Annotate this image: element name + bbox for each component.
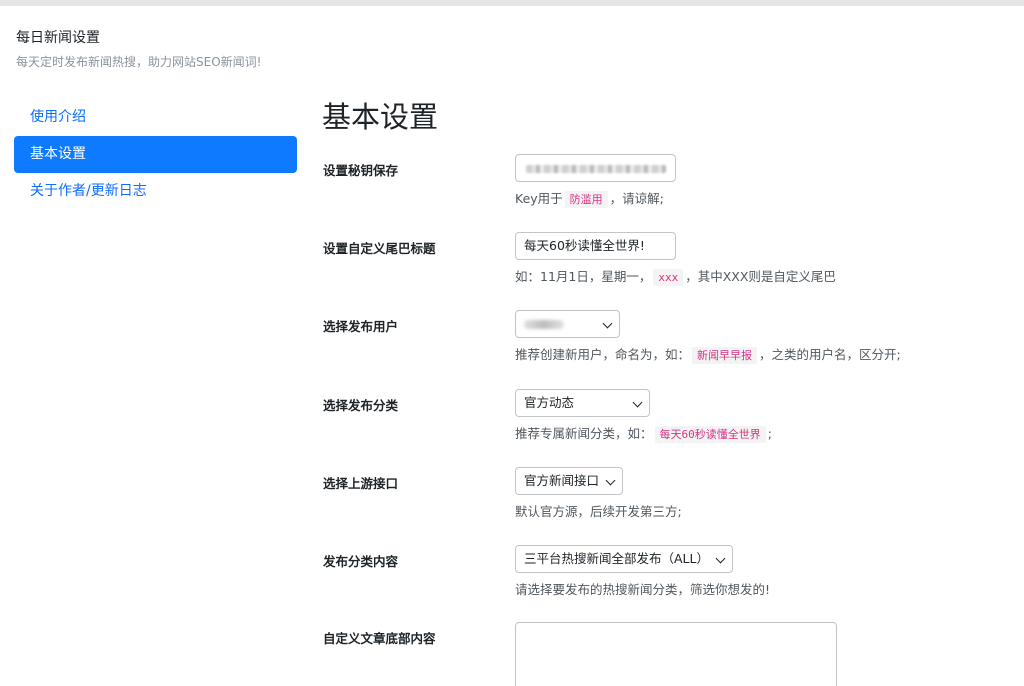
- tail-title-desc-code: xxx: [653, 269, 684, 286]
- tail-title-field-wrap: 每天60秒读懂全世界!: [515, 232, 676, 260]
- key-input[interactable]: [515, 154, 676, 182]
- tail-title-label: 设置自定义尾巴标题: [323, 241, 436, 256]
- publish-category-desc-suffix: ;: [767, 426, 772, 441]
- plugin-header: 每日新闻设置 每天定时发布新闻热搜，助力网站SEO新闻词!: [16, 28, 261, 70]
- upstream-api-selected: 官方新闻接口: [524, 473, 600, 488]
- key-redacted: [526, 165, 666, 173]
- plugin-title: 每日新闻设置: [16, 30, 100, 46]
- sidebar-item-basic-settings[interactable]: 基本设置: [14, 136, 297, 173]
- chevron-down-icon: [632, 397, 643, 408]
- publish-category-desc-code: 每天60秒读懂全世界: [654, 426, 766, 443]
- publish-user-desc: 推荐创建新用户，命名为，如： 新闻早早报 ，之类的用户名，区分开;: [515, 344, 901, 364]
- publish-content-desc: 请选择要发布的热搜新闻分类，筛选你想发的!: [515, 582, 771, 597]
- upstream-api-label: 选择上游接口: [323, 476, 399, 491]
- page-title: 基本设置: [322, 100, 439, 134]
- plugin-subtitle: 每天定时发布新闻热搜，助力网站SEO新闻词!: [16, 55, 262, 69]
- sidebar-item-intro[interactable]: 使用介绍: [14, 99, 297, 136]
- upstream-api-select[interactable]: 官方新闻接口: [515, 467, 623, 495]
- publish-user-select[interactable]: [515, 310, 620, 338]
- publish-user-field-wrap: [515, 310, 620, 338]
- settings-main: 基本设置 设置秘钥保存 Key用于 防滥用 ，请谅解; 设置自定义尾巴标题 每天60…: [322, 96, 1012, 686]
- settings-sidebar: 使用介绍 基本设置 关于作者/更新日志: [14, 99, 297, 210]
- publish-content-field-wrap: 三平台热搜新闻全部发布（ALL）: [515, 545, 733, 573]
- tail-title-desc-prefix: 如：11月1日，星期一，: [515, 269, 652, 284]
- chevron-down-icon: [602, 318, 613, 329]
- publish-content-selected: 三平台热搜新闻全部发布（ALL）: [524, 551, 709, 566]
- key-field-wrap: [515, 154, 676, 182]
- footer-content-textarea[interactable]: [515, 622, 837, 686]
- chevron-down-icon: [715, 553, 726, 564]
- upstream-api-field-wrap: 官方新闻接口: [515, 467, 623, 495]
- tail-title-desc: 如：11月1日，星期一， xxx ，其中XXX则是自定义尾巴: [515, 266, 836, 286]
- publish-content-select[interactable]: 三平台热搜新闻全部发布（ALL）: [515, 545, 733, 573]
- publish-user-desc-suffix: ，之类的用户名，区分开;: [759, 347, 901, 362]
- publish-category-desc: 推荐专属新闻分类，如： 每天60秒读懂全世界;: [515, 423, 772, 443]
- footer-content-label: 自定义文章底部内容: [323, 631, 436, 646]
- upstream-api-desc: 默认官方源，后续开发第三方;: [515, 504, 682, 519]
- top-admin-bar: [0, 0, 1024, 6]
- footer-content-field-wrap: [515, 622, 837, 686]
- publish-user-redacted: [524, 320, 564, 329]
- key-desc: Key用于 防滥用 ，请谅解;: [515, 188, 664, 208]
- publish-category-desc-prefix: 推荐专属新闻分类，如：: [515, 426, 653, 441]
- publish-user-desc-prefix: 推荐创建新用户，命名为，如：: [515, 347, 691, 362]
- publish-category-selected: 官方动态: [524, 395, 575, 410]
- publish-user-desc-code: 新闻早早报: [692, 347, 758, 364]
- key-desc-code: 防滥用: [564, 191, 608, 208]
- publish-content-label: 发布分类内容: [323, 554, 399, 569]
- key-desc-prefix: Key用于: [515, 191, 563, 206]
- chevron-down-icon: [605, 475, 616, 486]
- key-label: 设置秘钥保存: [323, 163, 399, 178]
- tail-title-input[interactable]: 每天60秒读懂全世界!: [515, 232, 676, 260]
- publish-category-select[interactable]: 官方动态: [515, 389, 650, 417]
- key-desc-suffix: ，请谅解;: [609, 191, 664, 206]
- publish-category-field-wrap: 官方动态: [515, 389, 650, 417]
- publish-category-label: 选择发布分类: [323, 398, 399, 413]
- tail-title-desc-suffix: ，其中XXX则是自定义尾巴: [685, 269, 836, 284]
- publish-user-label: 选择发布用户: [323, 319, 399, 334]
- sidebar-item-about-changelog[interactable]: 关于作者/更新日志: [14, 173, 297, 210]
